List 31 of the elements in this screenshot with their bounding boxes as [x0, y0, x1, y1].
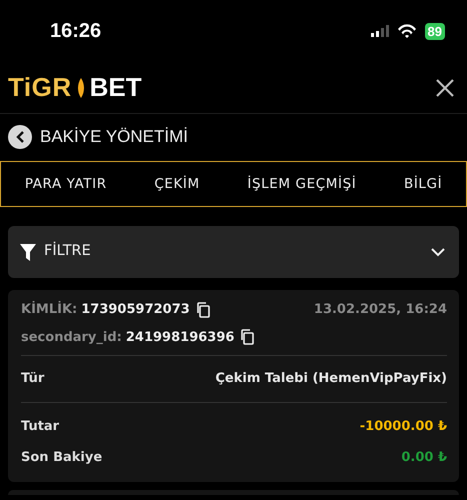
- row-label: Tutar: [21, 418, 60, 436]
- row-value: -10000.00 ₺: [360, 418, 447, 436]
- logo-text: BET: [90, 71, 142, 104]
- row-label: Son Bakiye: [21, 449, 102, 467]
- row-value: 0.00 ₺: [401, 449, 447, 467]
- filter-button[interactable]: FİLTRE: [8, 226, 459, 278]
- back-button[interactable]: [8, 125, 32, 149]
- tab[interactable]: ÇEKİM: [154, 174, 200, 194]
- funnel-icon: [20, 244, 36, 260]
- flame-icon: [76, 78, 86, 98]
- secondary-id-value: 241998196396: [126, 328, 234, 346]
- tab[interactable]: İŞLEM GEÇMİŞİ: [247, 174, 356, 194]
- chevron-left-icon: [14, 130, 26, 144]
- wifi-icon: [396, 24, 417, 38]
- tab[interactable]: PARA YATIR: [24, 174, 107, 194]
- id-label: KİMLİK:: [21, 300, 78, 319]
- close-button[interactable]: [435, 78, 455, 98]
- row-value: Çekim Talebi (HemenVipPayFix): [215, 370, 447, 388]
- logo-text: TiGR: [8, 71, 72, 104]
- copy-icon: [240, 329, 256, 346]
- signal-icon: [370, 25, 389, 37]
- secondary-id-label: secondary_id:: [21, 328, 122, 346]
- close-icon: [435, 78, 455, 98]
- id-value: 173905972073: [81, 301, 190, 319]
- copy-icon: [196, 302, 211, 318]
- battery-level: 89: [424, 22, 445, 40]
- clock-time: 16:26: [50, 19, 102, 44]
- page-title: BAKİYE YÖNETİMİ: [40, 126, 188, 148]
- row-label: Tür: [21, 370, 44, 388]
- date-time: 13.02.2025, 16:24: [314, 301, 447, 319]
- tab[interactable]: BİLGİ: [404, 174, 442, 194]
